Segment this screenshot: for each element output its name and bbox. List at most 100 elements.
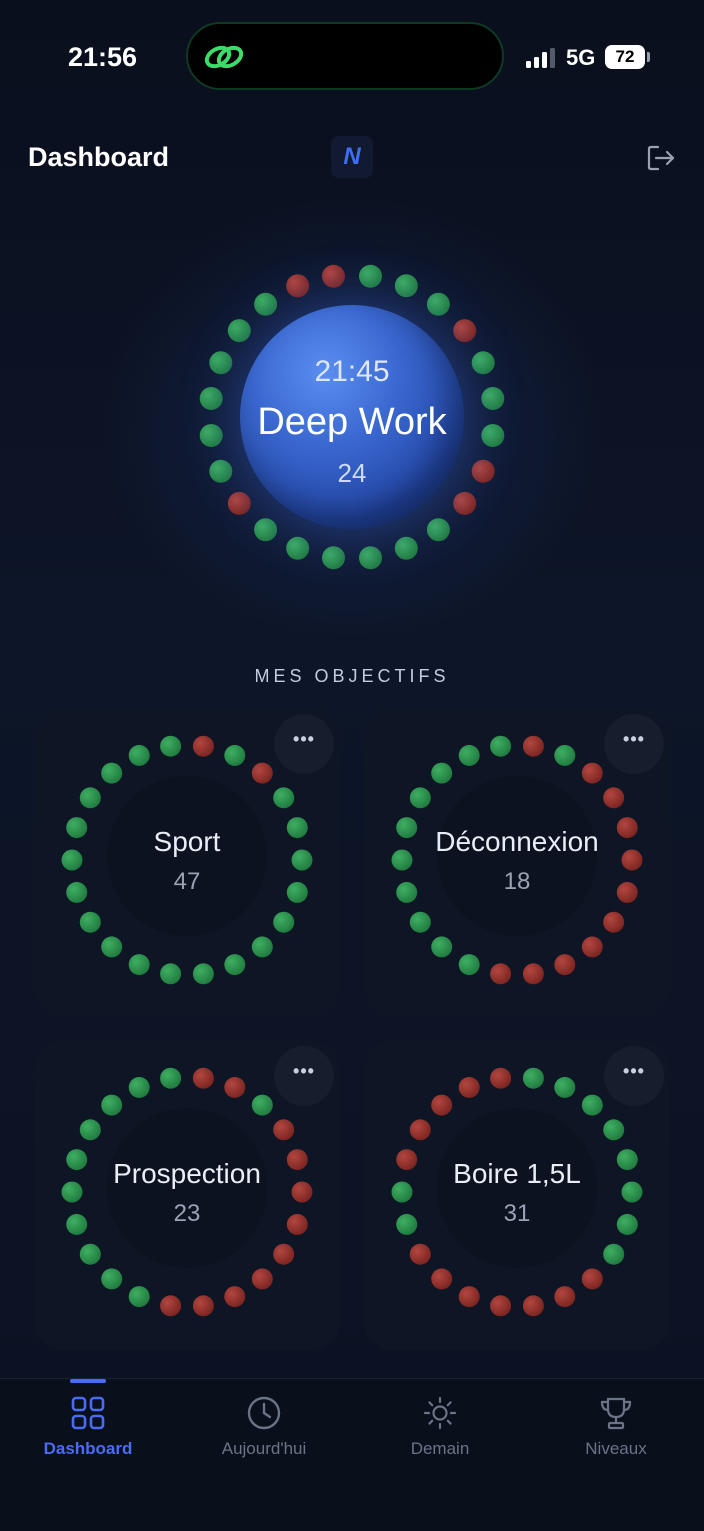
focus-goal-hero[interactable]: 21:45 Deep Work 24 xyxy=(190,255,514,579)
goal-card-sport[interactable]: ••• Sport 47 xyxy=(34,708,340,1018)
sun-icon xyxy=(423,1396,457,1430)
goal-name: Prospection xyxy=(113,1158,261,1189)
progress-dot-green xyxy=(128,954,150,976)
progress-dot-green xyxy=(458,744,480,766)
tab-demain[interactable]: Demain xyxy=(352,1379,528,1479)
progress-dot-green xyxy=(426,292,450,316)
progress-dot-red xyxy=(603,787,625,809)
goal-card-boire[interactable]: ••• Boire 1,5L 31 xyxy=(364,1040,670,1350)
progress-dot-red xyxy=(554,954,576,976)
progress-dot-green xyxy=(359,264,382,288)
progress-dot-red xyxy=(603,911,625,933)
battery-indicator: 72 xyxy=(605,45,645,69)
goal-count: 18 xyxy=(503,868,531,895)
tab-label: Dashboard xyxy=(43,1439,133,1458)
goal-name: Sport xyxy=(153,826,221,857)
progress-dot-green xyxy=(458,954,480,976)
logout-icon[interactable] xyxy=(646,144,676,172)
progress-dot-green xyxy=(227,319,251,343)
more-options-button[interactable]: ••• xyxy=(604,714,664,774)
goal-count: 31 xyxy=(503,1200,531,1227)
progress-dot-red xyxy=(581,936,603,958)
progress-dot-red xyxy=(490,1067,512,1089)
link-icon xyxy=(204,45,244,69)
tab-niveaux[interactable]: Niveaux xyxy=(528,1379,704,1479)
progress-dot-red xyxy=(160,1295,182,1317)
progress-dot-green xyxy=(101,1268,123,1290)
dynamic-island xyxy=(186,22,504,90)
progress-dot-green xyxy=(128,1286,150,1308)
progress-dot-red xyxy=(453,491,477,515)
progress-dot-green xyxy=(251,936,273,958)
more-options-button[interactable]: ••• xyxy=(274,714,334,774)
goal-count: 23 xyxy=(173,1200,201,1227)
goal-card-prospection[interactable]: ••• Prospection 23 xyxy=(34,1040,340,1350)
progress-dot-red xyxy=(581,762,603,784)
progress-dot-red xyxy=(458,1286,480,1308)
progress-dot-green xyxy=(426,518,450,542)
trophy-icon xyxy=(600,1397,632,1430)
progress-dot-green xyxy=(431,936,453,958)
hero-count: 24 xyxy=(337,458,367,488)
tab-bar: Dashboard Aujourd'hui Demain Niveaux xyxy=(0,1378,704,1531)
progress-dot-green xyxy=(79,911,101,933)
progress-dot-green xyxy=(254,518,278,542)
hero-time: 21:45 xyxy=(314,355,390,388)
signal-icon xyxy=(526,48,555,68)
progress-dot-green xyxy=(101,762,123,784)
goal-count: 47 xyxy=(173,868,201,895)
progress-dot-green xyxy=(394,274,418,298)
progress-dot-green xyxy=(160,1067,182,1089)
progress-dot-red xyxy=(286,274,310,298)
progress-dot-green xyxy=(431,762,453,784)
tab-label: Aujourd'hui xyxy=(221,1439,307,1458)
network-label: 5G xyxy=(566,45,596,70)
progress-dot-red xyxy=(581,1268,603,1290)
tab-label: Niveaux xyxy=(585,1439,647,1458)
progress-dot-red xyxy=(273,1243,295,1265)
tab-aujourdhui[interactable]: Aujourd'hui xyxy=(176,1379,352,1479)
progress-dot-red xyxy=(522,1295,544,1317)
progress-dot-green xyxy=(224,744,246,766)
progress-dot-red xyxy=(490,1295,512,1317)
progress-dot-green xyxy=(522,1067,544,1089)
progress-dot-red xyxy=(490,963,512,985)
page-title: Dashboard xyxy=(28,142,170,172)
more-options-button[interactable]: ••• xyxy=(604,1046,664,1106)
progress-dot-green xyxy=(128,1076,150,1098)
progress-dot-green xyxy=(224,954,246,976)
status-time: 21:56 xyxy=(68,42,138,72)
progress-dot-green xyxy=(251,1094,273,1116)
progress-dot-red xyxy=(453,319,477,343)
progress-dot-green xyxy=(79,1119,101,1141)
clock-icon xyxy=(247,1396,281,1430)
status-bar: 21:56 5G 72 xyxy=(0,0,704,110)
progress-dot-green xyxy=(128,744,150,766)
tab-dashboard[interactable]: Dashboard xyxy=(0,1379,176,1479)
tab-label: Demain xyxy=(410,1439,470,1458)
progress-dot-red xyxy=(458,1076,480,1098)
progress-dot-red xyxy=(251,1268,273,1290)
progress-dot-red xyxy=(224,1286,246,1308)
goal-name: Boire 1,5L xyxy=(453,1158,581,1189)
progress-dot-red xyxy=(192,735,214,757)
progress-dot-red xyxy=(522,735,544,757)
progress-dot-green xyxy=(603,1243,625,1265)
progress-dot-red xyxy=(192,1295,214,1317)
progress-dot-green xyxy=(603,1119,625,1141)
goal-card-deconnexion[interactable]: ••• Déconnexion 18 xyxy=(364,708,670,1018)
progress-dot-green xyxy=(490,735,512,757)
progress-dot-green xyxy=(322,546,345,570)
progress-dot-red xyxy=(322,264,345,288)
progress-dot-green xyxy=(409,787,431,809)
battery-tip xyxy=(647,52,650,62)
progress-dot-green xyxy=(254,292,278,316)
progress-dot-green xyxy=(79,787,101,809)
progress-dot-green xyxy=(160,735,182,757)
more-options-button[interactable]: ••• xyxy=(274,1046,334,1106)
progress-dot-green xyxy=(101,1094,123,1116)
progress-dot-green xyxy=(554,1076,576,1098)
progress-dot-red xyxy=(431,1268,453,1290)
progress-dot-red xyxy=(224,1076,246,1098)
goal-name: Déconnexion xyxy=(435,826,599,857)
